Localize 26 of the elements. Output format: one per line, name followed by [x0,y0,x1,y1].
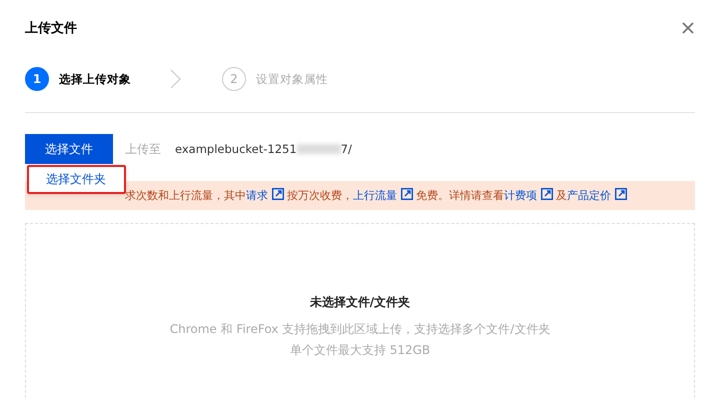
bucket-name: examplebucket-1251 [175,142,297,156]
notice-link[interactable]: 请求 [246,189,268,202]
drop-zone-hint: 单个文件最大支持 512GB [290,342,430,359]
select-folder-item[interactable]: 选择文件夹 [27,165,126,194]
notice-link[interactable]: 上行流量 [353,189,397,202]
drop-zone-title: 未选择文件/文件夹 [310,294,410,311]
step-number: 2 [222,67,246,91]
drop-zone[interactable]: 未选择文件/文件夹 Chrome 和 FireFox 支持拖拽到此区域上传，支持选择多个文件/文件夹 单个文件最大支持 512GB [25,223,695,398]
redacted-text [296,144,341,154]
external-link-icon [272,188,284,200]
notice-link[interactable]: 计费项 [504,189,537,202]
step-label: 选择上传对象 [59,72,131,86]
external-link-icon [615,188,627,200]
select-file-button[interactable]: 选择文件 [25,134,113,164]
bucket-name: 7/ [340,142,352,156]
step-number: 1 [25,67,49,91]
upload-target-label: 上传至 [125,140,161,158]
notice-link[interactable]: 产品定价 [567,189,611,202]
external-link-icon [401,188,413,200]
external-link-icon [541,188,553,200]
step-label: 设置对象属性 [256,72,328,86]
dialog-title: 上传文件 [25,20,77,37]
chevron-icon [169,69,182,89]
drop-zone-hint: Chrome 和 FireFox 支持拖拽到此区域上传，支持选择多个文件/文件夹 [170,321,550,338]
close-button[interactable] [681,21,695,35]
close-icon [681,21,695,35]
